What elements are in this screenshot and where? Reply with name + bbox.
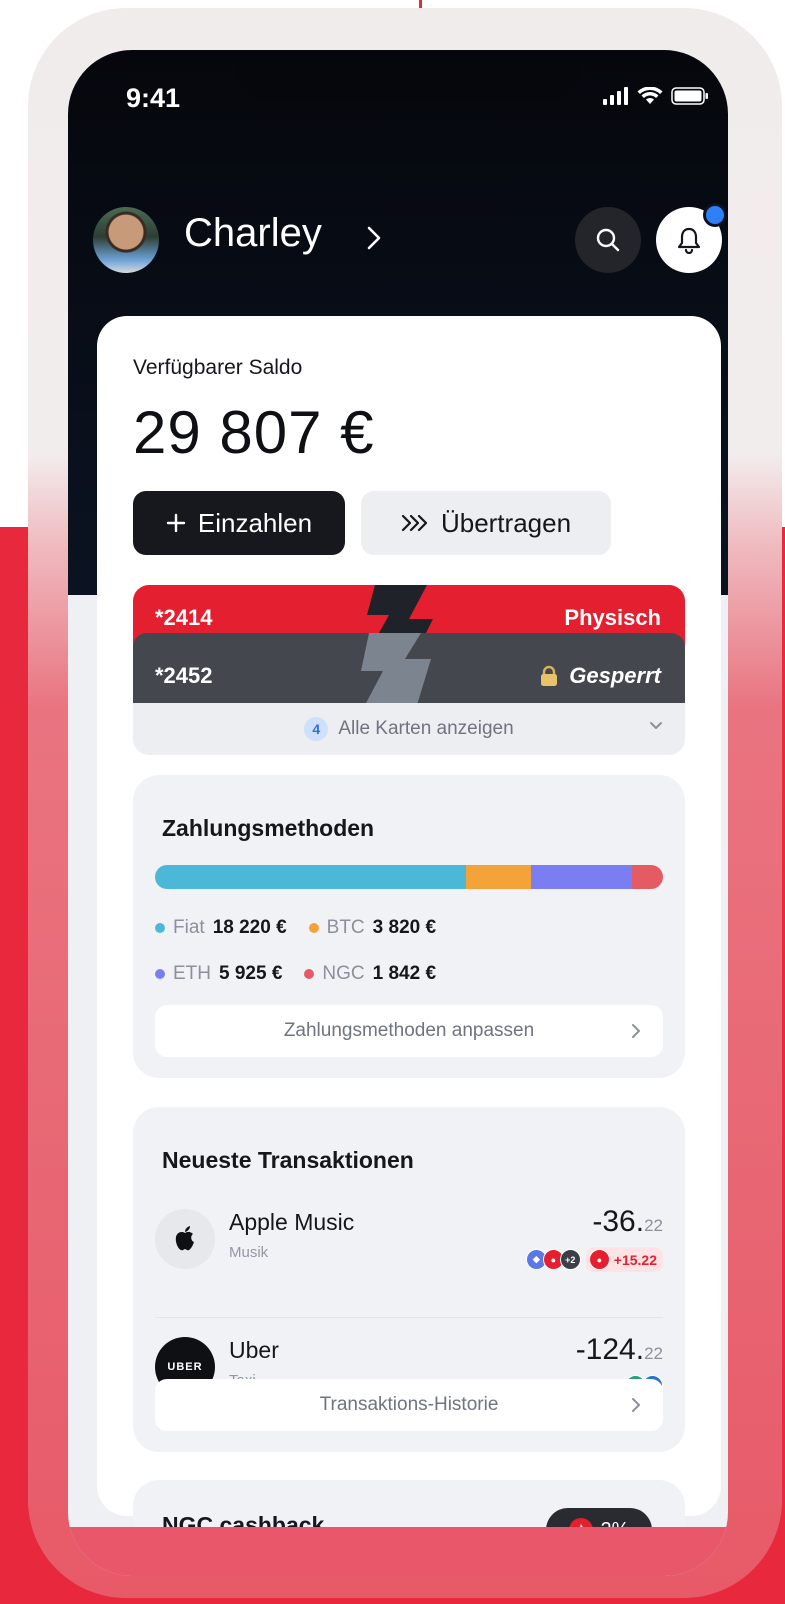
transaction-history-button[interactable]: Transaktions-Historie [155, 1379, 663, 1431]
screen-bottom-edge [68, 1527, 728, 1576]
legend-value: 3 820 € [372, 917, 437, 938]
legend-dot [155, 923, 165, 933]
legend-label: Fiat [173, 917, 205, 938]
search-button[interactable] [575, 207, 641, 273]
show-all-cards-label: Alle Karten anzeigen [338, 718, 514, 739]
transaction-name: Apple Music [229, 1209, 355, 1235]
chevron-down-icon [650, 722, 662, 729]
notification-dot [703, 203, 727, 227]
profile-header: Charley [93, 203, 727, 275]
search-icon [596, 228, 620, 252]
transfer-label: Übertragen [440, 507, 572, 538]
card-locked[interactable]: *2452 Gesperrt [133, 633, 685, 705]
signal-icon [603, 87, 628, 105]
adjust-payment-methods-label: Zahlungsmethoden anpassen [283, 1020, 535, 1041]
transaction-row[interactable]: Apple Music Musik -36.22 ◆ ● +2 ● +15.22 [155, 1205, 663, 1281]
coin-stack: ◆ ● +2 [525, 1249, 581, 1270]
user-name[interactable]: Charley [184, 211, 322, 256]
amount-main: -36. [592, 1205, 645, 1238]
transaction-meta: ◆ ● +2 ● +15.22 [525, 1247, 663, 1272]
status-icons [603, 86, 709, 106]
legend-label: BTC [326, 917, 365, 938]
battery-icon [671, 87, 708, 105]
adjust-payment-methods-button[interactable]: Zahlungsmethoden anpassen [155, 1005, 663, 1057]
card-number: *2452 [155, 663, 213, 688]
bar-segment-fiat [155, 865, 466, 889]
transaction-category: Musik [229, 1244, 269, 1261]
balance-card: Verfügbarer Saldo 29 807 € Einzahlen Übe… [97, 316, 721, 1560]
legend-dot [308, 923, 319, 933]
ngc-coin-icon: ● [588, 1249, 610, 1270]
more-coins-badge: +2 [559, 1249, 581, 1270]
balance-value: 29 807 € [133, 399, 375, 466]
card-status: Gesperrt [539, 663, 661, 689]
transfer-button[interactable]: Übertragen [361, 491, 611, 555]
uber-logo-text: UBER [167, 1361, 203, 1373]
triple-chevron-icon [401, 514, 428, 532]
legend-label: NGC [322, 963, 365, 984]
transaction-amount: -124.22 [576, 1333, 663, 1367]
transaction-history-label: Transaktions-Historie [319, 1394, 499, 1415]
legend-item-eth: ETH 5 925 € [155, 963, 282, 985]
legend-value: 1 842 € [372, 963, 437, 984]
recent-transactions-section: Neueste Transaktionen Apple Music Musik … [133, 1107, 685, 1452]
payment-methods-section: Zahlungsmethoden Fiat 18 220 € BTC 3 820… [133, 775, 685, 1078]
legend-value: 18 220 € [212, 917, 287, 938]
wifi-icon [637, 87, 663, 104]
amount-main: -124. [575, 1333, 645, 1366]
card-status-label: Gesperrt [569, 663, 661, 688]
deposit-label: Einzahlen [197, 507, 313, 538]
payment-legend-row: Fiat 18 220 € BTC 3 820 € [155, 917, 436, 939]
background-accent-line [419, 0, 422, 8]
legend-item-fiat: Fiat 18 220 € [155, 917, 287, 939]
transactions-title: Neueste Transaktionen [162, 1147, 414, 1173]
phone-screen: 9:41 Charley Verfügbarer Saldo 29 807 € … [68, 50, 728, 1576]
amount-cents: 22 [644, 1344, 663, 1363]
legend-item-ngc: NGC 1 842 € [304, 963, 436, 985]
lock-icon [541, 665, 558, 686]
balance-label: Verfügbarer Saldo [133, 356, 303, 379]
amount-cents: 22 [644, 1216, 663, 1235]
legend-dot [155, 969, 165, 979]
transaction-amount: -36.22 [592, 1205, 663, 1239]
deposit-button[interactable]: Einzahlen [133, 491, 345, 555]
status-time: 9:41 [126, 83, 181, 113]
bell-icon [677, 227, 701, 254]
chevron-right-icon [632, 1398, 640, 1412]
bar-segment-btc [465, 865, 531, 889]
plus-icon [166, 513, 186, 533]
legend-item-btc: BTC 3 820 € [308, 917, 437, 939]
bar-segment-eth [530, 865, 632, 889]
payment-methods-title: Zahlungsmethoden [162, 815, 375, 841]
chevron-right-icon [632, 1024, 640, 1038]
chevron-right-icon[interactable] [366, 225, 382, 251]
cards-count-badge: 4 [304, 717, 329, 741]
apple-icon [155, 1209, 215, 1269]
transaction-name: Uber [229, 1337, 279, 1363]
cashback-amount: +15.22 [613, 1251, 657, 1268]
legend-label: ETH [173, 963, 211, 984]
notch [235, 50, 581, 100]
cards-stack: *2414 Physisch *2452 Gesperrt 4 Alle Kar… [133, 585, 685, 755]
card-type: Physisch [564, 605, 661, 630]
show-all-cards-button[interactable]: 4 Alle Karten anzeigen [133, 703, 685, 755]
card-number: *2414 [155, 605, 213, 630]
legend-dot [304, 969, 315, 979]
legend-value: 5 925 € [219, 963, 283, 984]
divider [155, 1317, 663, 1318]
payment-methods-bar [155, 865, 663, 889]
bar-segment-ngc [631, 865, 663, 889]
payment-legend-row: ETH 5 925 € NGC 1 842 € [155, 963, 436, 985]
cashback-badge: ● +15.22 [585, 1247, 663, 1272]
card-pattern [361, 633, 431, 705]
apple-logo-icon [175, 1226, 194, 1251]
avatar[interactable] [93, 207, 159, 273]
